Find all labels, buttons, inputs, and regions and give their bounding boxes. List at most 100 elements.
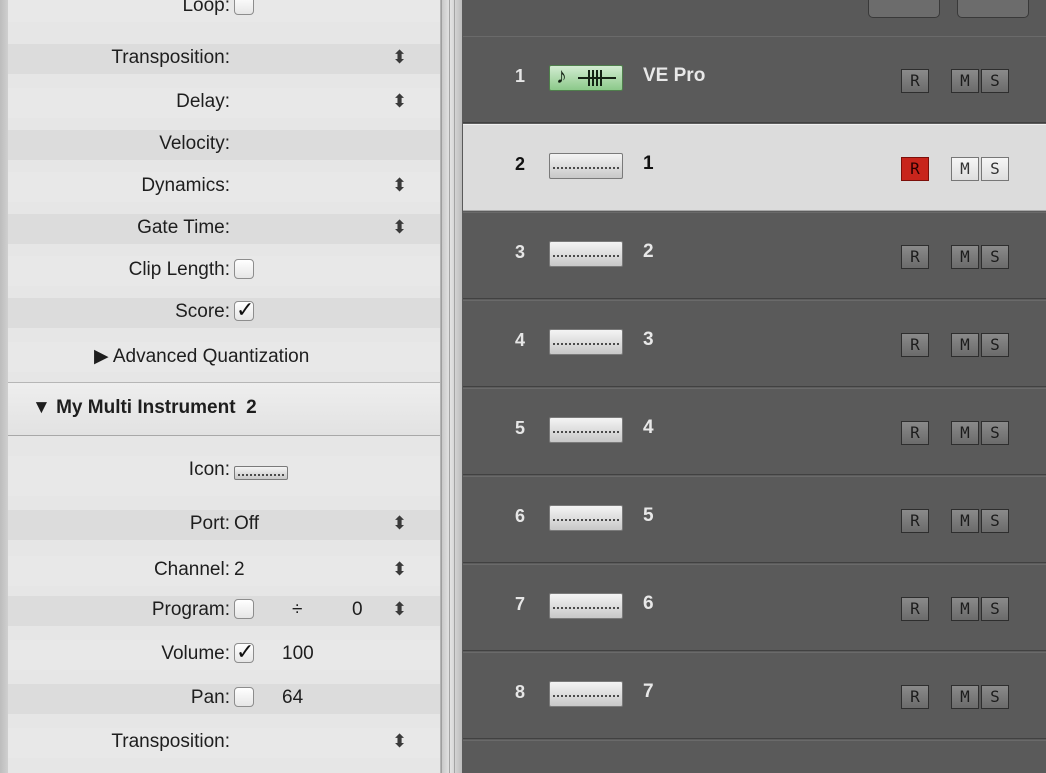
record-button[interactable]: R xyxy=(901,421,929,445)
mute-button[interactable]: M xyxy=(951,597,979,621)
pan-checkbox[interactable] xyxy=(234,687,254,707)
clip-length-row: Clip Length: xyxy=(8,256,440,286)
track-name[interactable]: 3 xyxy=(643,329,654,351)
channel-row: Channel: 2 ⬍ xyxy=(8,556,440,586)
record-button[interactable]: R xyxy=(901,509,929,533)
loop-row: Loop: xyxy=(8,0,440,22)
mute-button[interactable]: M xyxy=(951,245,979,269)
mute-button[interactable]: M xyxy=(951,333,979,357)
channel-value[interactable]: 2 xyxy=(234,559,245,581)
track-name[interactable]: 6 xyxy=(643,593,654,615)
track-row[interactable]: 1 ♪ VE Pro R M S xyxy=(463,36,1046,123)
track-list: 1 ♪ VE Pro R M S 2 1 R M S 3 2 R M S 4 3 R M S 5 4 R M S 6 5 R M S 7 6 R M… xyxy=(463,0,1046,773)
pan-value[interactable]: 64 xyxy=(282,687,303,709)
track-row[interactable]: 7 6 RMS xyxy=(463,564,1046,651)
loop-checkbox[interactable] xyxy=(234,0,254,15)
keyboard-icon[interactable] xyxy=(549,505,623,531)
dynamics-label: Dynamics: xyxy=(141,175,230,196)
pan-label: Pan: xyxy=(190,687,230,708)
record-button[interactable]: R xyxy=(901,69,929,93)
gate-time-stepper[interactable]: ⬍ xyxy=(392,216,407,238)
keyboard-icon[interactable] xyxy=(549,153,623,179)
record-button[interactable]: R xyxy=(901,157,929,181)
record-button[interactable]: R xyxy=(901,333,929,357)
track-number: 1 xyxy=(515,66,526,86)
checkmark-icon: ✓ xyxy=(236,639,255,664)
program-stepper[interactable]: ⬍ xyxy=(392,598,407,620)
keyboard-icon[interactable] xyxy=(549,241,623,267)
panel-splitter[interactable] xyxy=(441,0,463,773)
instrument-section-title: ▼ My Multi Instrument 2 xyxy=(32,397,257,418)
folder-button-right[interactable] xyxy=(957,0,1029,18)
track-name[interactable]: 4 xyxy=(643,417,654,439)
mute-button[interactable]: M xyxy=(951,685,979,709)
green-instrument-icon[interactable]: ♪ xyxy=(549,63,623,91)
keyboard-icon[interactable] xyxy=(549,593,623,619)
record-button[interactable]: R xyxy=(901,597,929,621)
dynamics-stepper[interactable]: ⬍ xyxy=(392,174,407,196)
track-name[interactable]: 5 xyxy=(643,505,654,527)
delay-label: Delay: xyxy=(176,91,230,112)
mute-button[interactable]: M xyxy=(951,69,979,93)
gate-time-label: Gate Time: xyxy=(137,217,230,238)
channel-label: Channel: xyxy=(153,559,230,580)
transposition2-label: Transposition: xyxy=(111,731,230,752)
program-divider: ÷ xyxy=(292,599,303,620)
score-checkbox[interactable]: ✓ xyxy=(234,297,254,322)
track-name[interactable]: 2 xyxy=(643,241,654,263)
keyboard-icon[interactable] xyxy=(549,417,623,443)
solo-button[interactable]: S xyxy=(981,421,1009,445)
solo-button[interactable]: S xyxy=(981,685,1009,709)
clip-length-checkbox[interactable] xyxy=(234,259,254,279)
transposition2-stepper[interactable]: ⬍ xyxy=(392,730,407,752)
track-number: 7 xyxy=(515,594,526,614)
volume-row: Volume: ✓ 100 xyxy=(8,639,440,670)
track-name[interactable]: 7 xyxy=(643,681,654,703)
mute-button[interactable]: M xyxy=(951,157,979,181)
solo-button[interactable]: S xyxy=(981,597,1009,621)
checkmark-icon: ✓ xyxy=(236,297,255,322)
transposition2-row: Transposition: ⬍ xyxy=(8,728,440,758)
solo-button[interactable]: S xyxy=(981,69,1009,93)
score-row: Score: ✓ xyxy=(8,297,440,328)
folder-button-left[interactable] xyxy=(868,0,940,18)
mute-button[interactable]: M xyxy=(951,421,979,445)
track-row[interactable]: 2 1 RMS xyxy=(463,124,1046,211)
keyboard-icon[interactable] xyxy=(549,329,623,355)
velocity-row: Velocity: xyxy=(8,130,440,160)
region-inspector: Loop: Transposition: ⬍ Delay: ⬍ Velocity… xyxy=(8,0,441,773)
solo-button[interactable]: S xyxy=(981,333,1009,357)
channel-stepper[interactable]: ⬍ xyxy=(392,558,407,580)
keyboard-icon[interactable] xyxy=(234,466,288,480)
loop-label: Loop: xyxy=(182,0,230,16)
solo-button[interactable]: S xyxy=(981,245,1009,269)
track-number: 3 xyxy=(515,242,526,262)
port-value[interactable]: Off xyxy=(234,513,259,535)
track-name[interactable]: VE Pro xyxy=(643,65,705,87)
track-row[interactable]: 4 3 RMS xyxy=(463,300,1046,387)
track-name[interactable]: 1 xyxy=(643,153,654,175)
track-row[interactable]: 3 2 RMS xyxy=(463,212,1046,299)
track-row[interactable]: 5 4 RMS xyxy=(463,388,1046,475)
port-stepper[interactable]: ⬍ xyxy=(392,512,407,534)
transposition-row: Transposition: ⬍ xyxy=(8,44,440,74)
delay-stepper[interactable]: ⬍ xyxy=(392,90,407,112)
solo-button[interactable]: S xyxy=(981,157,1009,181)
track-row[interactable]: 6 5 RMS xyxy=(463,476,1046,563)
waveform-icon xyxy=(578,70,616,86)
volume-value[interactable]: 100 xyxy=(282,643,314,665)
track-row[interactable]: 8 7 RMS xyxy=(463,652,1046,739)
program-value[interactable]: 0 xyxy=(352,599,363,621)
transposition-stepper[interactable]: ⬍ xyxy=(392,46,407,68)
advanced-quantization-disclosure[interactable]: ▶ Advanced Quantization xyxy=(94,345,309,368)
mute-button[interactable]: M xyxy=(951,509,979,533)
record-button[interactable]: R xyxy=(901,245,929,269)
volume-checkbox[interactable]: ✓ xyxy=(234,639,254,664)
score-label: Score: xyxy=(175,301,230,322)
program-row: Program: ÷ 0 ⬍ xyxy=(8,596,440,626)
instrument-section-header[interactable]: ▼ My Multi Instrument 2 xyxy=(8,382,440,436)
record-button[interactable]: R xyxy=(901,685,929,709)
keyboard-icon[interactable] xyxy=(549,681,623,707)
program-checkbox[interactable] xyxy=(234,599,254,619)
solo-button[interactable]: S xyxy=(981,509,1009,533)
